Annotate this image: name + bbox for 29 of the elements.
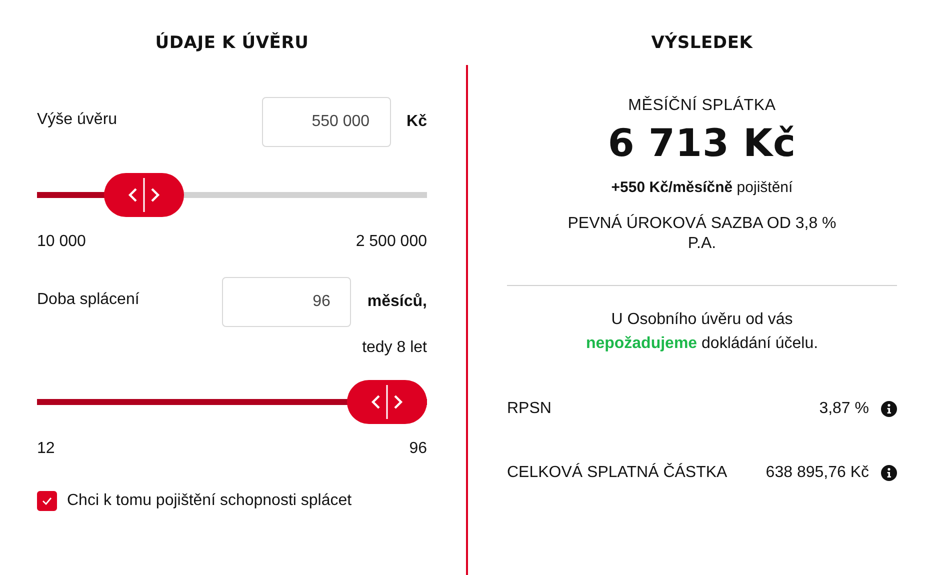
max-label: 2 500 000 — [356, 233, 427, 251]
section-title: VÝSLEDEK — [650, 31, 754, 55]
unit-label: měsíců, — [367, 292, 427, 311]
checkbox[interactable] — [37, 491, 57, 511]
unit-label: Kč — [406, 112, 427, 131]
summary-label: CELKOVÁ SPLATNÁ ČÁSTKA — [507, 464, 728, 482]
slider-thumb[interactable] — [104, 173, 184, 217]
min-label: 12 — [37, 440, 55, 458]
input-field[interactable]: 96 — [222, 277, 352, 327]
interest-rate-note: PEVNÁ ÚROKOVÁ SAZBA OD 3,8 % P.A. — [566, 214, 838, 254]
summary-value: 638 895,76 Kč — [766, 464, 869, 482]
summary-value: 3,87 % — [819, 400, 869, 418]
min-label: 10 000 — [37, 233, 86, 251]
insurance-note: +550 Kč/měsíčně pojištění — [610, 179, 794, 196]
info-icon[interactable] — [881, 401, 897, 417]
summary-label: RPSN — [507, 400, 552, 418]
payment-label: MĚSÍČNÍ SPLÁTKA — [627, 97, 777, 115]
check-icon — [42, 497, 52, 505]
checkbox-label: Chci k tomu pojištění schopnosti splácet — [67, 492, 352, 510]
purpose-note: U Osobního úvěru od vás nepožadujeme dokládání účelu. — [584, 310, 820, 354]
section-title: ÚDAJE K ÚVĚRU — [154, 31, 310, 55]
field-label: Doba splácení — [37, 290, 140, 309]
field-label: Výše úvěru — [37, 110, 118, 129]
max-label: 96 — [409, 440, 427, 458]
info-icon[interactable] — [881, 465, 897, 481]
duration-note: tedy 8 let — [361, 339, 427, 357]
slider-thumb[interactable] — [347, 380, 427, 424]
input-field[interactable]: 550 000 — [262, 97, 391, 147]
payment-amount: 6 713 Kč — [606, 121, 798, 165]
